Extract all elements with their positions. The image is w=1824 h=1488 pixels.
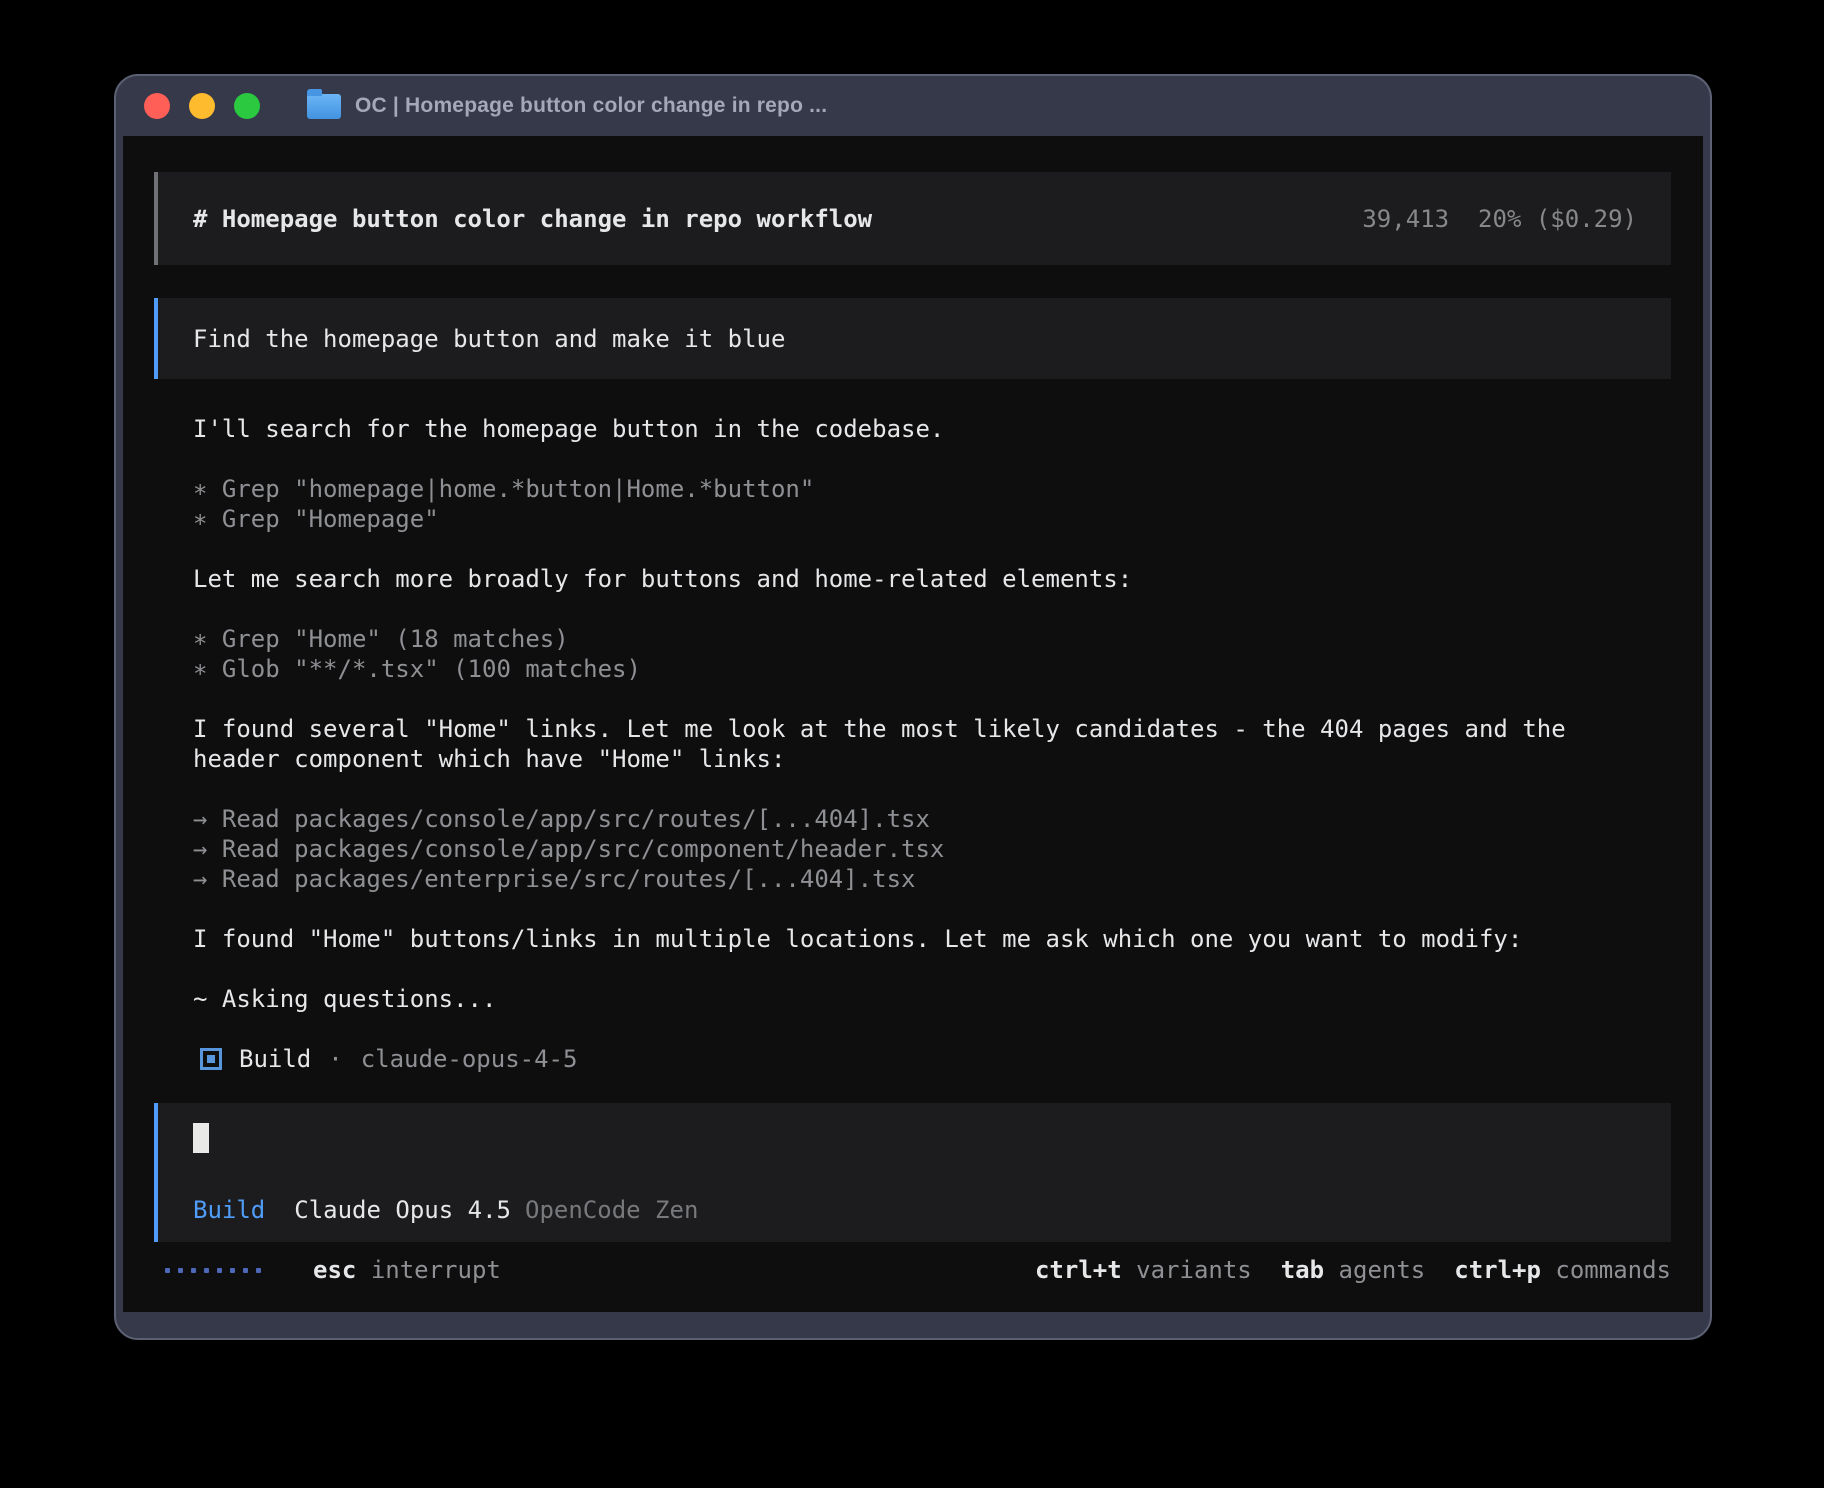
input-mode-label: Build [193,1195,265,1225]
hint-commands: ctrl+p commands [1454,1255,1671,1285]
tool-bullet-icon: ∗ [193,505,207,533]
context-cost: 20% ($0.29) [1478,204,1637,234]
session-header: # Homepage button color change in repo w… [154,172,1671,265]
assistant-text: I found several "Home" links. Let me loo… [193,714,1671,744]
separator-dot: · [328,1044,342,1074]
window-title: OC | Homepage button color change in rep… [355,94,827,118]
tool-call-read: → Read packages/enterprise/src/routes/[.… [193,864,1671,894]
tool-call-read: → Read packages/console/app/src/routes/[… [193,804,1671,834]
tool-call-glob: ∗ Glob "**/*.tsx" (100 matches) [193,654,1671,684]
tool-call-grep: ∗ Grep "Homepage" [193,504,1671,534]
status-footer: esc interrupt ctrl+t variants tab agents… [154,1255,1671,1285]
session-title: # Homepage button color change in repo w… [193,204,872,234]
user-message-text: Find the homepage button and make it blu… [193,324,785,354]
token-count: 39,413 [1362,204,1449,234]
close-button-icon[interactable] [144,93,170,119]
session-stats: 39,413 20% ($0.29) [1362,204,1637,234]
input-meta-row: Build Claude Opus 4.5 OpenCode Zen [193,1195,1637,1225]
agent-status-row: Build · claude-opus-4-5 [193,1044,1671,1074]
input-model-label: Claude Opus 4.5 [294,1195,511,1225]
title-bar[interactable]: OC | Homepage button color change in rep… [116,76,1710,136]
user-message: Find the homepage button and make it blu… [154,298,1671,379]
input-provider-label: OpenCode Zen [525,1195,698,1225]
assistant-transcript: I'll search for the homepage button in t… [154,414,1671,1074]
tool-call-read: → Read packages/console/app/src/componen… [193,834,1671,864]
zoom-button-icon[interactable] [234,93,260,119]
build-agent-icon [200,1048,222,1070]
read-arrow-icon: → [193,835,207,863]
assistant-text: I'll search for the homepage button in t… [193,414,1671,444]
tool-call-grep: ∗ Grep "Home" (18 matches) [193,624,1671,654]
folder-icon [307,94,341,119]
tool-call-grep: ∗ Grep "homepage|home.*button|Home.*butt… [193,474,1671,504]
terminal-content: # Homepage button color change in repo w… [123,136,1703,1312]
read-arrow-icon: → [193,865,207,893]
assistant-activity: ~ Asking questions... [193,984,1671,1014]
tool-bullet-icon: ∗ [193,655,207,683]
assistant-text: header component which have "Home" links… [193,744,1671,774]
read-arrow-icon: → [193,805,207,833]
text-cursor [193,1123,209,1153]
hint-agents: tab agents [1281,1255,1426,1285]
terminal-window: OC | Homepage button color change in rep… [114,74,1712,1340]
minimize-button-icon[interactable] [189,93,215,119]
hint-variants: ctrl+t variants [1035,1255,1252,1285]
assistant-text: I found "Home" buttons/links in multiple… [193,924,1671,954]
progress-spinner-icon [165,1268,261,1273]
prompt-input[interactable]: Build Claude Opus 4.5 OpenCode Zen [154,1103,1671,1242]
agent-name: Build [239,1044,311,1074]
tool-bullet-icon: ∗ [193,475,207,503]
assistant-text: Let me search more broadly for buttons a… [193,564,1671,594]
tool-bullet-icon: ∗ [193,625,207,653]
model-name: claude-opus-4-5 [361,1044,578,1074]
hint-interrupt: esc interrupt [313,1255,501,1285]
